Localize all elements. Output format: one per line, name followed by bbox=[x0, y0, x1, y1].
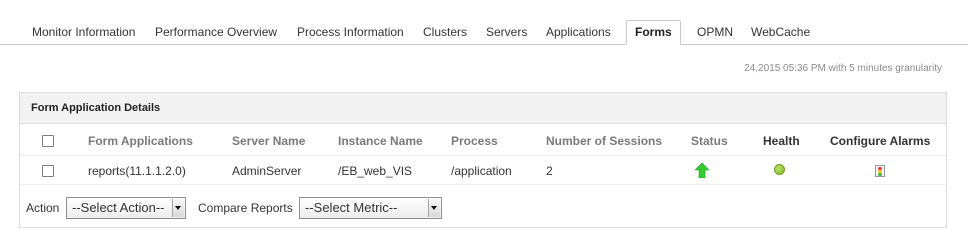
instance-name-cell: /EB_web_VIS bbox=[338, 164, 413, 178]
column-header-status[interactable]: Status bbox=[691, 134, 728, 148]
select-metric-value: --Select Metric-- bbox=[305, 200, 398, 215]
column-header-instance-name[interactable]: Instance Name bbox=[338, 134, 423, 148]
compare-reports-label: Compare Reports bbox=[198, 201, 293, 215]
tab-clusters[interactable]: Clusters bbox=[423, 24, 467, 43]
tab-applications[interactable]: Applications bbox=[546, 24, 611, 43]
select-metric-dropdown[interactable]: --Select Metric-- bbox=[299, 197, 442, 219]
action-bar: Action --Select Action-- Compare Reports… bbox=[20, 185, 946, 227]
column-header-server-name[interactable]: Server Name bbox=[232, 134, 305, 148]
tab-bar: Monitor Information Performance Overview… bbox=[0, 20, 968, 45]
tab-forms[interactable]: Forms bbox=[626, 20, 681, 45]
tab-servers[interactable]: Servers bbox=[486, 24, 527, 43]
column-header-health: Health bbox=[763, 134, 800, 148]
panel-title: Form Application Details bbox=[20, 93, 946, 124]
time-granularity-info: 24,2015 05:36 PM with 5 minutes granular… bbox=[744, 63, 942, 74]
server-name-cell: AdminServer bbox=[232, 164, 302, 178]
action-label: Action bbox=[26, 201, 60, 215]
row-checkbox[interactable] bbox=[42, 165, 54, 177]
health-dot-icon bbox=[774, 164, 785, 175]
tab-webcache[interactable]: WebCache bbox=[751, 24, 810, 43]
process-cell: /application bbox=[451, 164, 512, 178]
up-arrow-icon bbox=[695, 163, 709, 178]
tab-performance-overview[interactable]: Performance Overview bbox=[155, 24, 277, 43]
table-row: reports(11.1.1.2.0) AdminServer /EB_web_… bbox=[20, 156, 946, 185]
column-header-form-applications[interactable]: Form Applications bbox=[88, 134, 193, 148]
select-all-checkbox[interactable] bbox=[42, 135, 54, 147]
select-action-dropdown[interactable]: --Select Action-- bbox=[66, 197, 186, 219]
chevron-down-icon bbox=[428, 199, 440, 217]
chevron-down-icon bbox=[172, 199, 184, 217]
select-action-value: --Select Action-- bbox=[72, 200, 165, 215]
tab-opmn[interactable]: OPMN bbox=[697, 24, 733, 43]
form-application-link[interactable]: reports(11.1.1.2.0) bbox=[88, 164, 186, 178]
sessions-cell: 2 bbox=[546, 164, 553, 178]
tab-process-information[interactable]: Process Information bbox=[297, 24, 404, 43]
column-header-process[interactable]: Process bbox=[451, 134, 498, 148]
tab-monitor-information[interactable]: Monitor Information bbox=[32, 24, 135, 43]
column-header-number-of-sessions[interactable]: Number of Sessions bbox=[546, 134, 662, 148]
table-header: Form Applications Server Name Instance N… bbox=[20, 125, 946, 156]
column-header-configure-alarms: Configure Alarms bbox=[830, 134, 931, 148]
form-application-details-panel: Form Application Details Form Applicatio… bbox=[19, 92, 947, 228]
traffic-light-icon[interactable] bbox=[875, 165, 885, 177]
